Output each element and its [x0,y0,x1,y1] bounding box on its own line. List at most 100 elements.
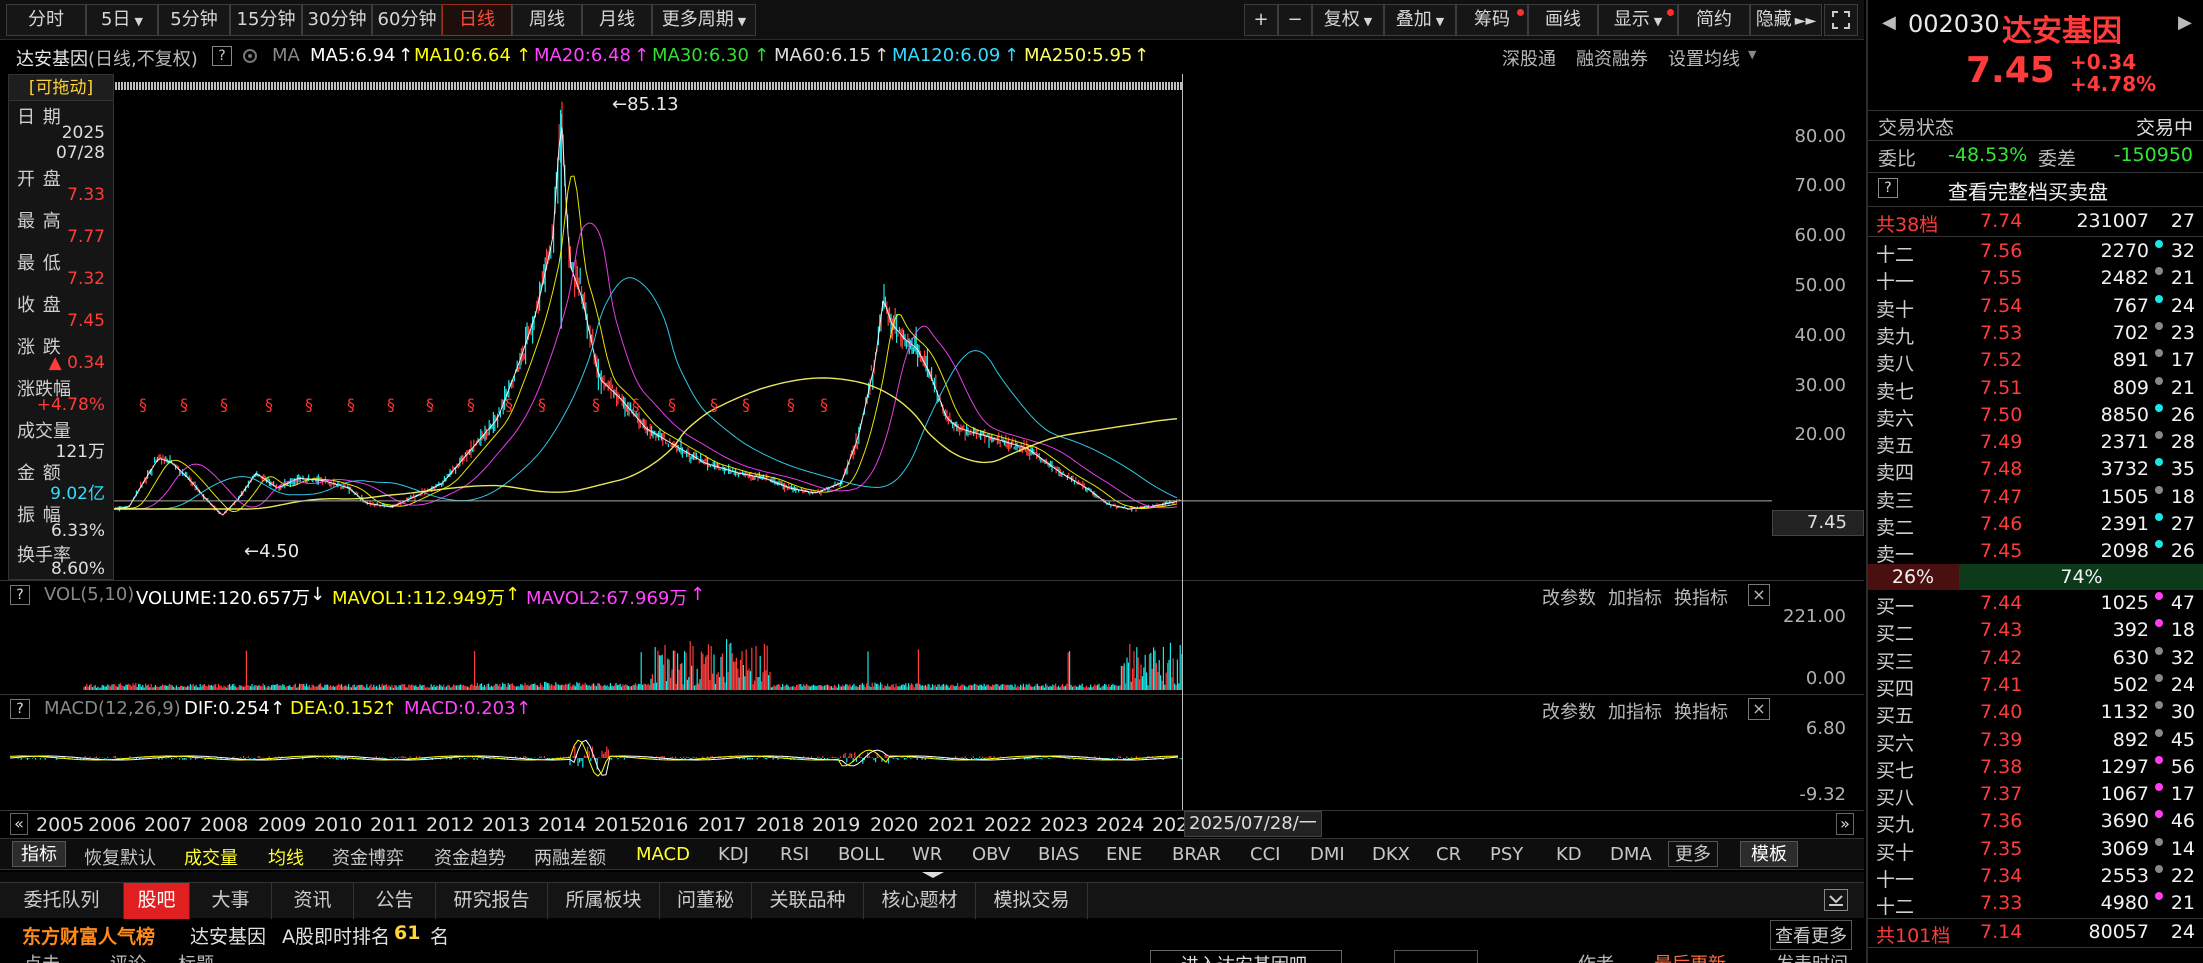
simple-mode-button[interactable]: 简约 [1678,4,1750,36]
bid-level-row[interactable]: 买九 7.36 3690 46 [1868,808,2203,836]
bid-level-row[interactable]: 买十 7.35 3069 14 [1868,836,2203,864]
indicator-tab-wr[interactable]: WR [912,844,942,865]
tab-events[interactable]: 大事 [190,883,272,919]
set-ma-link[interactable]: 设置均线 [1668,45,1740,71]
hide-button[interactable]: 隐藏 ►► [1750,4,1822,36]
indicator-tab-cci[interactable]: CCI [1250,844,1280,865]
indicator-tab-boll[interactable]: BOLL [838,844,884,865]
margin-trading-link[interactable]: 融资融券 [1576,45,1648,71]
close-icon[interactable]: × [1748,584,1770,606]
indicator-tab-reset[interactable]: 恢复默认 [84,844,156,870]
tab-ask-secretary[interactable]: 问董秘 [660,883,752,919]
data-window[interactable]: [可拖动] 日 期 2025 07/28 开 盘 7.33 最 高 7.77 最… [8,74,114,580]
fuquan-dropdown[interactable]: 复权 ▼ [1312,4,1384,36]
bid-level-row[interactable]: 买四 7.41 502 24 [1868,672,2203,700]
tab-sectors[interactable]: 所属板块 [548,883,660,919]
shenzhen-connect-link[interactable]: 深股通 [1502,45,1556,71]
close-icon[interactable]: × [1748,698,1770,720]
bid-level-row[interactable]: 十二 7.33 4980 21 [1868,890,2203,918]
bid-level-row[interactable]: 买二 7.43 392 18 [1868,617,2203,645]
more-periods-dropdown[interactable]: 更多周期 ▼ [652,4,756,36]
zoom-in-button[interactable]: + [1244,4,1278,36]
ask-level-row[interactable]: 卖二 7.46 2391 27 [1868,511,2203,539]
zoom-out-button[interactable]: − [1278,4,1312,36]
bid-level-row[interactable]: 买八 7.37 1067 17 [1868,781,2203,809]
overlay-dropdown[interactable]: 叠加 ▼ [1384,4,1456,36]
display-dropdown[interactable]: 显示 ▼ [1598,4,1678,36]
bid-level-row[interactable]: 买三 7.42 630 32 [1868,645,2203,673]
ask-level-row[interactable]: 卖四 7.48 3732 35 [1868,456,2203,484]
ask-level-row[interactable]: 卖五 7.49 2371 28 [1868,429,2203,457]
macd-edit-params-button[interactable]: 改参数 [1542,698,1596,724]
indicator-tab-more[interactable]: 更多 [1668,841,1718,867]
ask-level-row[interactable]: 卖一 7.45 2098 26 [1868,538,2203,566]
period-tab-daily[interactable]: 日线 [442,4,512,36]
pane-splitter[interactable] [0,872,1864,882]
vol-add-indicator-button[interactable]: 加指标 [1608,584,1662,610]
indicator-tab-kd[interactable]: KD [1556,844,1582,865]
indicator-tab-rsi[interactable]: RSI [780,844,809,865]
indicator-tab-kdj[interactable]: KDJ [718,844,749,865]
indicator-tab-brar[interactable]: BRAR [1172,844,1221,865]
indicator-tab-indicators[interactable]: 指标 [12,841,66,867]
tab-related[interactable]: 关联品种 [752,883,864,919]
ask-level-row[interactable]: 卖三 7.47 1505 18 [1868,484,2203,512]
scroll-right-button[interactable]: » [1836,813,1854,835]
fullscreen-button[interactable] [1824,4,1858,36]
price-kline-chart[interactable]: § § § § § § § § § § § § § § § § § § [112,74,1772,574]
indicator-tab-cr[interactable]: CR [1436,844,1461,865]
draw-line-button[interactable]: 画线 [1528,4,1598,36]
minimize-panel-icon[interactable] [1824,889,1848,911]
indicator-tab-macd[interactable]: MACD [636,844,690,865]
ask-level-row[interactable]: 卖十 7.54 767 24 [1868,293,2203,321]
ask-level-row[interactable]: 十二 7.56 2270 32 [1868,238,2203,266]
period-tab-weekly[interactable]: 周线 [512,4,582,36]
period-tab-fenshi[interactable]: 分时 [6,4,86,36]
indicator-tab-obv[interactable]: OBV [972,844,1010,865]
vol-switch-indicator-button[interactable]: 换指标 [1674,584,1728,610]
period-tab-60min[interactable]: 60分钟 [372,4,442,36]
enter-forum-button[interactable]: 进入达安基因吧 [1150,950,1342,963]
help-icon[interactable]: ? [10,699,30,719]
prev-stock-arrow-icon[interactable]: ◀ [1882,12,1896,33]
bid-level-row[interactable]: 买一 7.44 1025 47 [1868,590,2203,618]
drag-handle[interactable]: [可拖动] [9,75,113,101]
gear-icon[interactable] [240,46,260,71]
tab-guba[interactable]: 股吧 [124,883,190,919]
indicator-tab-ene[interactable]: ENE [1106,844,1142,865]
help-icon[interactable]: ? [212,46,232,66]
tab-core-themes[interactable]: 核心题材 [864,883,976,919]
collapse-arrow-icon[interactable] [922,872,944,878]
macd-switch-indicator-button[interactable]: 换指标 [1674,698,1728,724]
ask-level-row[interactable]: 卖八 7.52 891 17 [1868,347,2203,375]
bid-level-row[interactable]: 买七 7.38 1297 56 [1868,754,2203,782]
period-tab-5day[interactable]: 5日 ▼ [86,4,158,36]
filter-box[interactable] [1394,950,1478,963]
indicator-tab-psy[interactable]: PSY [1490,844,1523,865]
period-tab-monthly[interactable]: 月线 [582,4,652,36]
tab-news[interactable]: 资讯 [272,883,354,919]
help-icon[interactable]: ? [10,585,30,605]
indicator-tab-bias[interactable]: BIAS [1038,844,1079,865]
indicator-tab-capital-trend[interactable]: 资金趋势 [434,844,506,870]
ask-level-row[interactable]: 十一 7.55 2482 21 [1868,265,2203,293]
macd-chart[interactable] [10,722,1772,808]
period-tab-30min[interactable]: 30分钟 [302,4,372,36]
tab-announcements[interactable]: 公告 [354,883,436,919]
period-tab-15min[interactable]: 15分钟 [230,4,302,36]
full-orderbook-row[interactable]: ? 查看完整档买卖盘 [1868,174,2203,204]
scroll-left-button[interactable]: « [10,813,28,835]
indicator-tab-dkx[interactable]: DKX [1372,844,1410,865]
view-full-orderbook-link[interactable]: 查看完整档买卖盘 [1948,176,2108,205]
volume-chart[interactable] [10,608,1772,690]
tab-order-queue[interactable]: 委托队列 [0,883,124,919]
chips-button[interactable]: 筹码 [1456,4,1528,36]
ask-level-row[interactable]: 卖六 7.50 8850 26 [1868,402,2203,430]
indicator-tab-dma[interactable]: DMA [1610,844,1652,865]
indicator-tab-capital-game[interactable]: 资金博弈 [332,844,404,870]
view-more-button[interactable]: 查看更多 [1770,920,1852,950]
ask-level-row[interactable]: 卖七 7.51 809 21 [1868,375,2203,403]
bid-level-row[interactable]: 十一 7.34 2553 22 [1868,863,2203,891]
indicator-tab-dmi[interactable]: DMI [1310,844,1345,865]
tab-sim-trade[interactable]: 模拟交易 [976,883,1088,919]
